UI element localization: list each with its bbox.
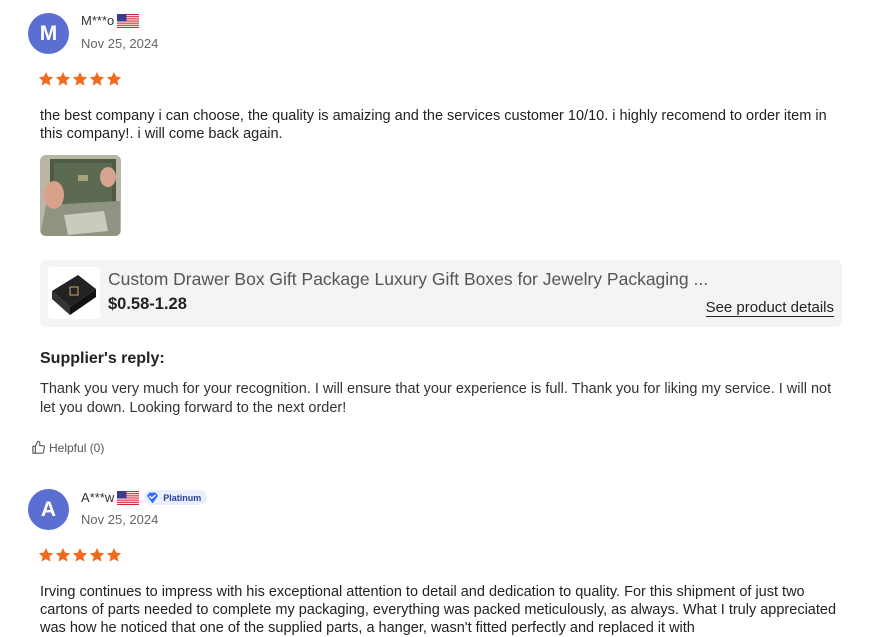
reviewer-name-row: A***w Platinum xyxy=(81,490,208,505)
helpful-button[interactable]: Helpful (0) xyxy=(31,440,104,455)
review-item: A A***w Platinum Nov 25, 2024 Irving con… xyxy=(0,476,875,636)
star-icon xyxy=(106,548,122,562)
gift-box-photo-image xyxy=(40,155,121,236)
star-icon xyxy=(55,72,71,86)
us-flag-icon xyxy=(117,13,140,28)
star-rating xyxy=(38,71,122,87)
platinum-badge: Platinum xyxy=(144,490,208,505)
review-date: Nov 25, 2024 xyxy=(81,36,159,51)
product-card[interactable]: Custom Drawer Box Gift Package Luxury Gi… xyxy=(40,260,842,327)
star-icon xyxy=(89,72,105,86)
star-rating xyxy=(38,547,122,563)
thumbs-up-icon xyxy=(32,440,45,454)
review-text: the best company i can choose, the quali… xyxy=(40,108,827,142)
diamond-icon xyxy=(147,492,159,503)
star-icon xyxy=(89,548,105,562)
review-text: Irving continues to impress with his exc… xyxy=(40,584,837,636)
star-icon xyxy=(55,548,71,562)
avatar-letter: A xyxy=(40,497,57,521)
avatar-letter: M xyxy=(39,21,58,45)
supplier-reply-text: Thank you very much for your recognition… xyxy=(40,381,832,416)
star-icon xyxy=(106,72,122,86)
reviewer-name: A***w xyxy=(81,490,115,505)
review-photo[interactable] xyxy=(40,155,121,236)
review-item: M M***o Nov 25, 2024 the best company i … xyxy=(0,0,875,470)
reviewer-name-row: M***o xyxy=(81,13,140,28)
star-icon xyxy=(72,548,88,562)
star-icon xyxy=(38,72,54,86)
helpful-label: Helpful (0) xyxy=(49,440,105,455)
star-icon xyxy=(72,72,88,86)
avatar: A xyxy=(28,489,69,530)
avatar: M xyxy=(28,13,69,54)
review-date: Nov 25, 2024 xyxy=(81,512,159,527)
star-icon xyxy=(38,548,54,562)
badge-label: Platinum xyxy=(163,492,202,503)
product-price: $0.58-1.28 xyxy=(108,295,187,313)
us-flag-icon xyxy=(117,490,140,505)
see-product-details-link[interactable]: See product details xyxy=(705,300,834,317)
supplier-reply-title: Supplier's reply: xyxy=(40,350,165,367)
jewelry-box-image xyxy=(48,267,100,319)
product-title[interactable]: Custom Drawer Box Gift Package Luxury Gi… xyxy=(108,269,708,290)
reviewer-name: M***o xyxy=(81,13,115,28)
product-image xyxy=(48,267,100,319)
